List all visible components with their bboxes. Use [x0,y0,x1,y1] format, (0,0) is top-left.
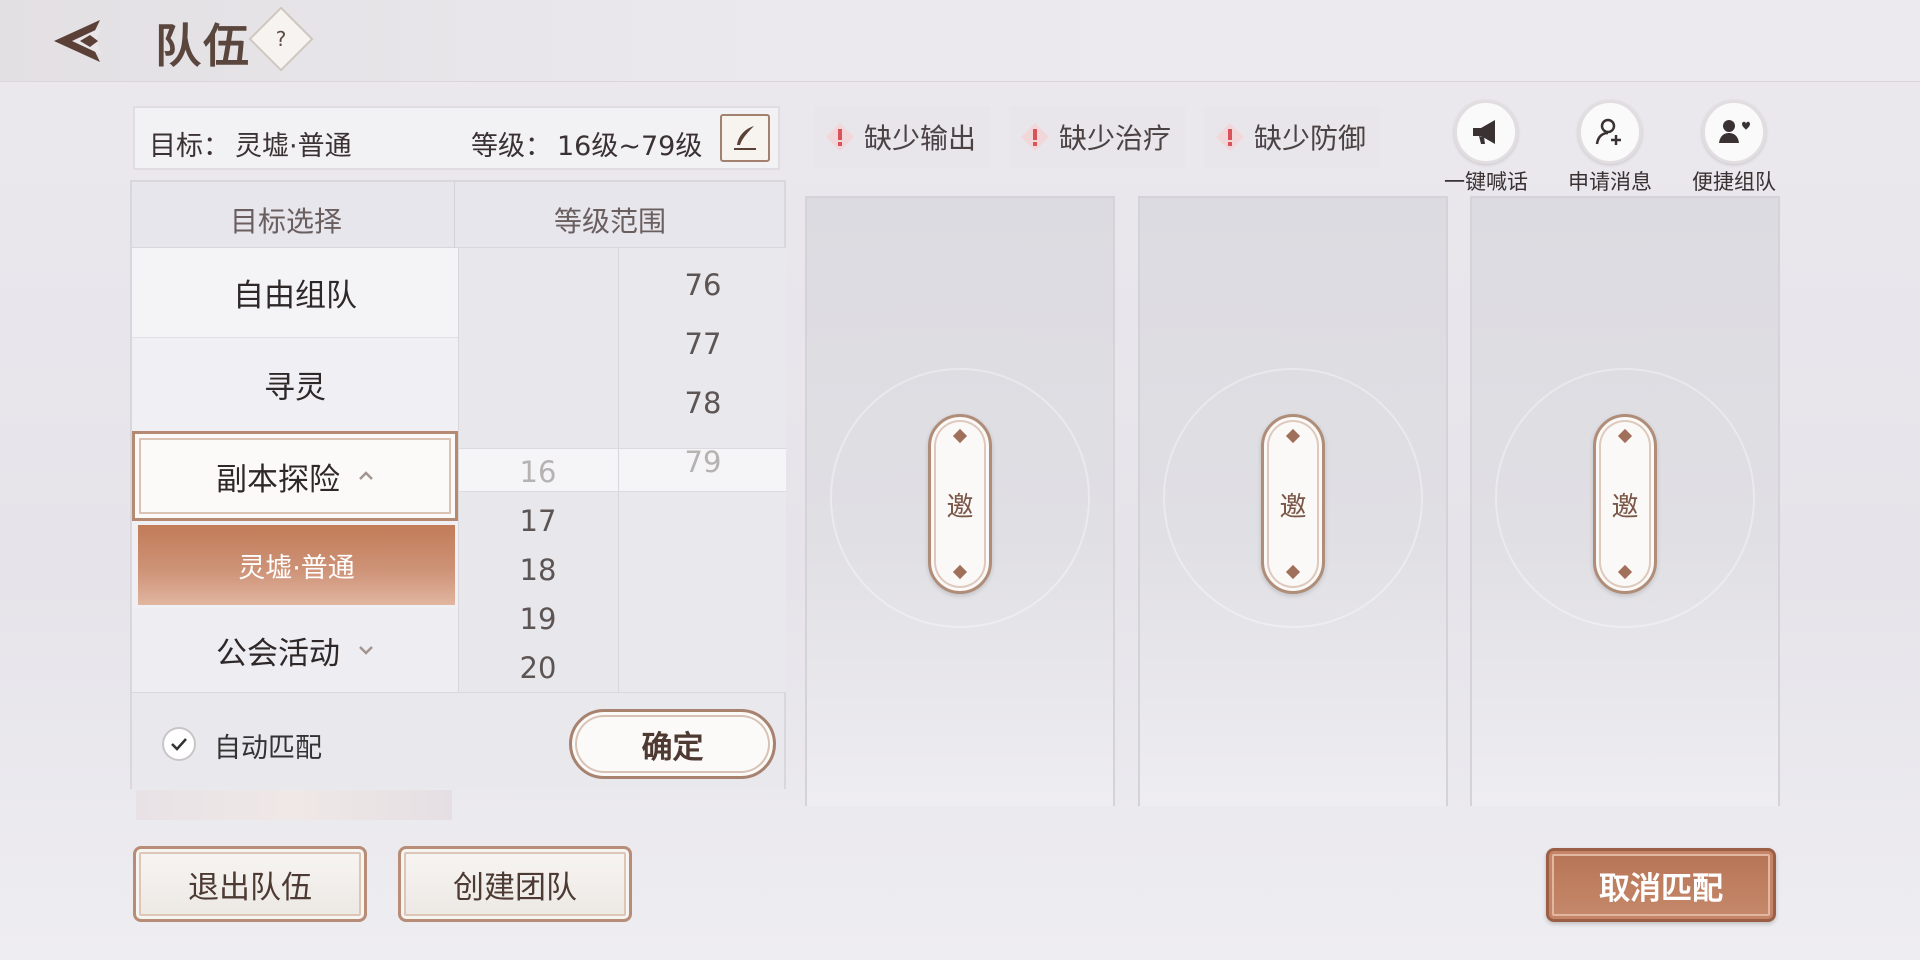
target-item-free-team[interactable]: 自由组队 [132,248,458,338]
min-level-option[interactable]: 18 [488,553,588,587]
auto-match-checkbox[interactable] [162,727,196,761]
apply-circle [1578,100,1642,164]
back-arrow-icon [54,20,102,62]
invite-button[interactable]: 邀 [1593,414,1657,594]
invite-label: 邀 [1611,491,1639,523]
member-slot: 邀 [1138,196,1448,806]
leave-team-button[interactable]: 退出队伍 [133,846,367,922]
quick-team-label: 便捷组队 [1692,170,1776,194]
invite-button[interactable]: 邀 [928,414,992,594]
column-divider [618,248,619,692]
lack-tag-label: 缺少输出 [864,122,977,155]
top-bar: 队伍 ? [0,0,1920,82]
min-level-option[interactable]: 19 [488,602,588,636]
min-level-option[interactable]: 20 [488,651,588,685]
target-column-header: 目标选择 [230,205,343,238]
diamond-ornament-icon [1617,564,1633,580]
warning-icon [1216,123,1244,151]
min-level-option[interactable]: 17 [488,504,588,538]
level-selection-band [458,448,786,492]
panel-header: 目标选择 等级范围 [132,182,784,248]
page-title: 队伍 [155,19,251,73]
invite-label: 邀 [946,491,974,523]
target-value: 灵墟·普通 [235,131,352,162]
invite-label: 邀 [1279,491,1307,523]
create-team-button[interactable]: 创建团队 [398,846,632,922]
max-level-option[interactable]: 78 [653,386,753,420]
diamond-ornament-icon [1617,428,1633,444]
help-button[interactable]: ? [248,6,314,72]
megaphone-icon [1473,120,1495,144]
cancel-match-button[interactable]: 取消匹配 [1546,848,1776,922]
diamond-ornament-icon [952,428,968,444]
user-add-icon [1595,118,1621,145]
target-item-label: 寻灵 [264,369,326,406]
target-selection-panel: 目标选择 等级范围 自由组队 寻灵 副本探险 灵墟·普通 公会活动 16 17 [130,180,786,789]
target-subitem-lingxu-normal[interactable]: 灵墟·普通 [138,525,455,605]
group-heart-icon [1719,120,1750,143]
back-button[interactable] [50,14,118,68]
member-slot: 邀 [1470,196,1780,806]
shout-button[interactable]: 一键喊话 [1431,100,1541,196]
checkmark-icon [171,738,187,751]
edit-target-button[interactable] [720,114,770,162]
quick-team-circle [1702,100,1766,164]
target-item-label: 公会活动 [216,635,340,672]
target-subitem-label: 灵墟·普通 [238,552,355,584]
panel-footer: 自动匹配 确定 [132,692,784,789]
member-slot: 邀 [805,196,1115,806]
lack-tag-label: 缺少防御 [1254,122,1367,155]
target-item-label: 自由组队 [233,278,357,314]
diamond-ornament-icon [1285,564,1301,580]
target-label: 目标： [149,131,230,162]
warning-icon [826,123,854,151]
help-icon: ? [275,27,287,51]
quill-pen-icon [734,126,756,150]
chevron-down-icon [359,646,373,655]
warning-icon [1021,123,1049,151]
target-item-seek-spirit[interactable]: 寻灵 [132,339,458,429]
level-label: 等级： [471,131,552,162]
quick-team-button[interactable]: 便捷组队 [1679,100,1789,196]
lack-healer-tag: 缺少治疗 [1009,106,1185,168]
target-list: 自由组队 寻灵 副本探险 灵墟·普通 公会活动 [132,248,458,692]
target-item-dungeon[interactable]: 副本探险 [132,431,458,521]
level-column-header: 等级范围 [554,205,667,238]
apply-messages-button[interactable]: 申请消息 [1555,100,1665,196]
target-item-guild-activity[interactable]: 公会活动 [132,608,458,692]
confirm-button[interactable]: 确定 [569,709,776,779]
diamond-ornament-icon [952,564,968,580]
chevron-up-icon [359,471,373,480]
lack-dps-tag: 缺少输出 [814,106,990,168]
decorative-strip [136,790,452,820]
apply-messages-label: 申请消息 [1568,170,1652,194]
shout-label: 一键喊话 [1444,170,1528,194]
auto-match-label: 自动匹配 [214,733,322,764]
lack-tag-label: 缺少治疗 [1059,122,1172,155]
header-divider [454,182,455,248]
shout-circle [1454,100,1518,164]
diamond-ornament-icon [1285,428,1301,444]
level-value: 16级~79级 [557,131,703,162]
max-level-option[interactable]: 77 [653,327,753,361]
target-summary-bar: 目标： 灵墟·普通 等级： 16级~79级 [133,106,780,170]
invite-button[interactable]: 邀 [1261,414,1325,594]
column-divider [458,248,459,692]
max-level-option[interactable]: 76 [653,268,753,302]
lack-tank-tag: 缺少防御 [1204,106,1380,168]
target-item-label: 副本探险 [216,461,340,498]
